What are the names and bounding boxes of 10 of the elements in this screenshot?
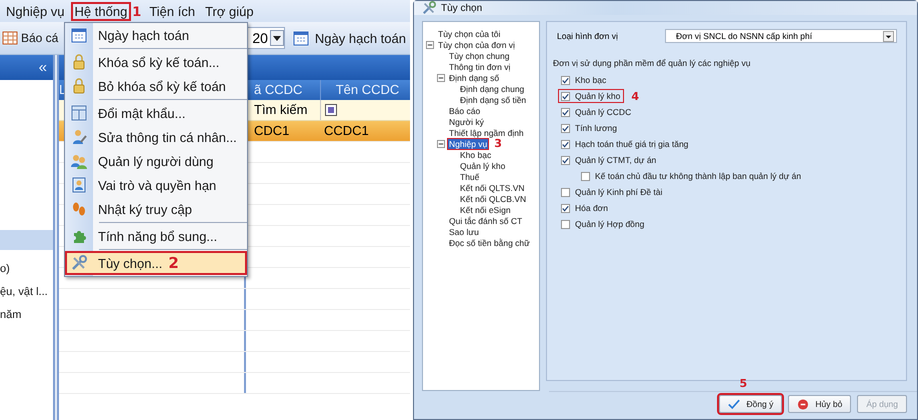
- table-cell-text: CDC1: [253, 122, 290, 140]
- field-label: Loại hình đơn vị: [557, 31, 619, 41]
- annotation-number: 3: [494, 137, 502, 150]
- section-heading: Đơn vị sử dụng phần mềm để quản lý các nghiệp vụ: [553, 58, 752, 68]
- annotation-number: 4: [631, 90, 640, 102]
- table-cell-text: CCDC1: [323, 122, 370, 140]
- annotation-number: 5: [739, 377, 748, 390]
- annotation-number: 1: [132, 4, 142, 20]
- window-title: Tùy chọn: [441, 2, 482, 14]
- annotation-number: 2: [168, 254, 179, 272]
